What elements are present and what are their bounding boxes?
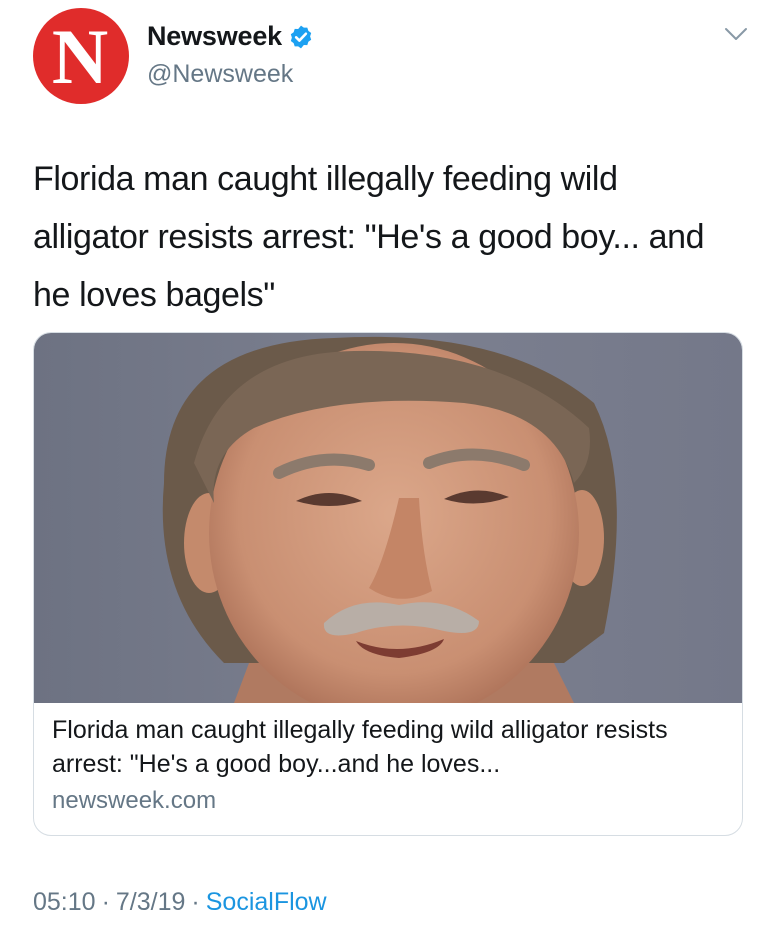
card-title: Florida man caught illegally feeding wil… xyxy=(52,716,668,778)
tweet-time[interactable]: 05:10 xyxy=(33,888,96,917)
tweet-date[interactable]: 7/3/19 xyxy=(116,888,186,917)
meta-separator: · xyxy=(191,888,200,916)
tweet-meta: 05:10 · 7/3/19 · SocialFlow xyxy=(33,888,327,917)
verified-badge-icon xyxy=(290,25,312,48)
card-photo xyxy=(34,333,742,703)
tweet-source-link[interactable]: SocialFlow xyxy=(206,888,327,917)
card-domain: newsweek.com xyxy=(52,787,217,814)
link-card[interactable]: Florida man caught illegally feeding wil… xyxy=(33,332,743,836)
tweet: N Newsweek @Newsweek Florida man caught … xyxy=(0,0,768,937)
meta-separator: · xyxy=(101,888,110,916)
avatar-logo-letter: N xyxy=(51,13,109,100)
author-name-row: Newsweek xyxy=(147,21,314,52)
display-name[interactable]: Newsweek xyxy=(147,21,282,52)
chevron-down-icon[interactable] xyxy=(723,24,749,44)
avatar[interactable]: N xyxy=(33,8,129,104)
tweet-text: Florida man caught illegally feeding wil… xyxy=(33,160,705,314)
handle[interactable]: @Newsweek xyxy=(147,60,293,89)
